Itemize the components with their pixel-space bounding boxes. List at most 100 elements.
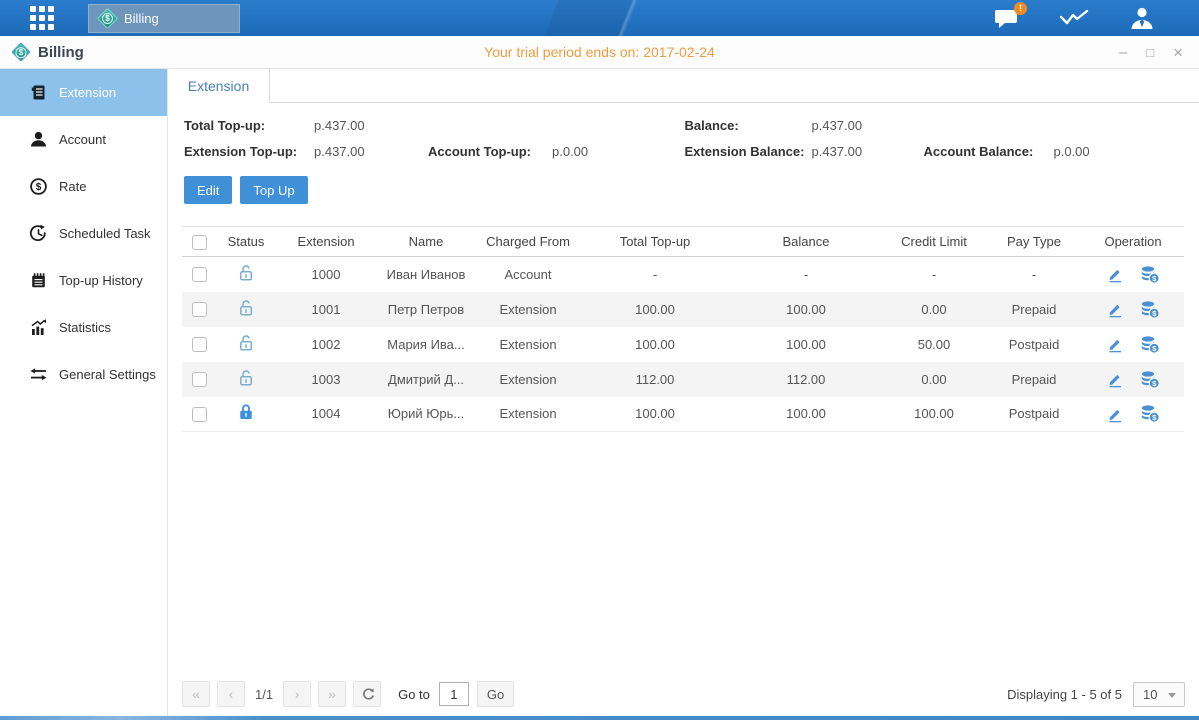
col-credit-limit: Credit Limit bbox=[882, 227, 986, 257]
sidebar-item-label: Statistics bbox=[59, 320, 111, 335]
account-balance-label: Account Balance: bbox=[924, 144, 1054, 159]
table-row: 1001 Петр Петров Extension 100.00 100.00… bbox=[182, 292, 1184, 327]
extension-topup-value: p.437.00 bbox=[314, 144, 428, 159]
row-checkbox[interactable] bbox=[192, 337, 207, 352]
refresh-button[interactable] bbox=[353, 681, 381, 707]
goto-page-input[interactable] bbox=[439, 682, 469, 706]
sidebar: Extension Account $ Rate bbox=[0, 69, 168, 716]
page-size-value: 10 bbox=[1143, 687, 1157, 702]
extension-balance-label: Extension Balance: bbox=[685, 144, 812, 159]
cell-charged-from: Extension bbox=[476, 397, 580, 432]
dollar-circle-icon: $ bbox=[29, 177, 48, 196]
sidebar-item-label: Extension bbox=[59, 85, 116, 100]
balance-value: p.437.00 bbox=[812, 118, 924, 133]
table-row: 1003 Дмитрий Д... Extension 112.00 112.0… bbox=[182, 362, 1184, 397]
table-row: 1002 Мария Ива... Extension 100.00 100.0… bbox=[182, 327, 1184, 362]
next-page-button[interactable]: › bbox=[283, 681, 311, 707]
edit-pencil-icon[interactable] bbox=[1106, 265, 1124, 283]
topbar-right-icons: ! bbox=[994, 7, 1155, 30]
sidebar-item-account[interactable]: Account bbox=[0, 116, 167, 163]
sidebar-item-label: Top-up History bbox=[59, 273, 143, 288]
row-checkbox[interactable] bbox=[192, 372, 207, 387]
cell-balance: - bbox=[730, 257, 882, 292]
tab-extension[interactable]: Extension bbox=[168, 69, 270, 103]
bar-chart-icon bbox=[29, 318, 48, 337]
top-up-button[interactable]: Top Up bbox=[240, 176, 307, 204]
extension-balance-value: p.437.00 bbox=[812, 144, 924, 159]
go-button[interactable]: Go bbox=[477, 681, 514, 707]
cell-credit-limit: - bbox=[882, 257, 986, 292]
tab-strip: Extension bbox=[168, 69, 1199, 103]
cell-pay-type: - bbox=[986, 257, 1082, 292]
window-title: Billing bbox=[38, 44, 84, 61]
col-balance: Balance bbox=[730, 227, 882, 257]
table-row: 1000 Иван Иванов Account - - - - $ bbox=[182, 257, 1184, 292]
cell-name: Дмитрий Д... bbox=[376, 362, 476, 397]
cell-credit-limit: 0.00 bbox=[882, 292, 986, 327]
top-bar: $ Billing ! bbox=[0, 0, 1199, 36]
close-icon[interactable]: × bbox=[1173, 44, 1183, 61]
messages-icon[interactable]: ! bbox=[994, 8, 1019, 29]
col-total-topup: Total Top-up bbox=[580, 227, 730, 257]
user-account-icon[interactable] bbox=[1129, 7, 1155, 30]
table-row: 1004 Юрий Юрь... Extension 100.00 100.00… bbox=[182, 397, 1184, 432]
balance-label: Balance: bbox=[685, 118, 812, 133]
first-page-button[interactable]: « bbox=[182, 681, 210, 707]
resource-monitor-icon[interactable] bbox=[1059, 8, 1089, 28]
unlocked-status-icon bbox=[236, 333, 256, 353]
top-up-coins-icon[interactable]: $ bbox=[1140, 300, 1160, 319]
cell-balance: 100.00 bbox=[730, 292, 882, 327]
page-indicator: 1/1 bbox=[255, 687, 273, 702]
row-checkbox[interactable] bbox=[192, 407, 207, 422]
edit-pencil-icon[interactable] bbox=[1106, 335, 1124, 353]
col-status: Status bbox=[216, 227, 276, 257]
billing-app-tab[interactable]: $ Billing bbox=[88, 4, 240, 33]
chevron-down-icon bbox=[1168, 693, 1176, 698]
top-up-coins-icon[interactable]: $ bbox=[1140, 370, 1160, 389]
col-name: Name bbox=[376, 227, 476, 257]
svg-text:$: $ bbox=[36, 182, 42, 193]
minimize-icon[interactable]: – bbox=[1119, 45, 1127, 60]
prev-page-button[interactable]: ‹ bbox=[217, 681, 245, 707]
maximize-icon[interactable]: □ bbox=[1146, 46, 1154, 59]
cell-name: Мария Ива... bbox=[376, 327, 476, 362]
sidebar-item-label: Scheduled Task bbox=[59, 226, 151, 241]
sidebar-item-general-settings[interactable]: General Settings bbox=[0, 351, 167, 398]
sidebar-item-rate[interactable]: $ Rate bbox=[0, 163, 167, 210]
window-title-bar: $ Billing Your trial period ends on: 201… bbox=[0, 36, 1199, 69]
cell-pay-type: Postpaid bbox=[986, 327, 1082, 362]
sidebar-item-topup-history[interactable]: Top-up History bbox=[0, 257, 167, 304]
row-checkbox[interactable] bbox=[192, 267, 207, 282]
person-icon bbox=[29, 130, 48, 149]
notification-badge: ! bbox=[1014, 2, 1027, 15]
app-launcher-grid-icon[interactable] bbox=[30, 6, 54, 30]
cell-total-topup: 100.00 bbox=[580, 327, 730, 362]
last-page-button[interactable]: » bbox=[318, 681, 346, 707]
edit-pencil-icon[interactable] bbox=[1106, 405, 1124, 423]
sidebar-item-label: Rate bbox=[59, 179, 86, 194]
cell-total-topup: 112.00 bbox=[580, 362, 730, 397]
col-extension: Extension bbox=[276, 227, 376, 257]
ledger-icon bbox=[29, 83, 48, 102]
top-up-coins-icon[interactable]: $ bbox=[1140, 265, 1160, 284]
sidebar-item-extension[interactable]: Extension bbox=[0, 69, 167, 116]
select-all-checkbox[interactable] bbox=[192, 235, 207, 250]
stats-left: Total Top-up: p.437.00 Extension Top-up:… bbox=[184, 118, 685, 159]
account-topup-value: p.0.00 bbox=[552, 144, 685, 159]
edit-pencil-icon[interactable] bbox=[1106, 370, 1124, 388]
edit-button[interactable]: Edit bbox=[184, 176, 232, 204]
unlocked-status-icon bbox=[236, 298, 256, 318]
col-pay-type: Pay Type bbox=[986, 227, 1082, 257]
cell-name: Юрий Юрь... bbox=[376, 397, 476, 432]
sidebar-item-statistics[interactable]: Statistics bbox=[0, 304, 167, 351]
sidebar-item-scheduled-task[interactable]: Scheduled Task bbox=[0, 210, 167, 257]
top-up-coins-icon[interactable]: $ bbox=[1140, 335, 1160, 354]
row-checkbox[interactable] bbox=[192, 302, 207, 317]
top-up-coins-icon[interactable]: $ bbox=[1140, 404, 1160, 423]
edit-pencil-icon[interactable] bbox=[1106, 300, 1124, 318]
cell-credit-limit: 50.00 bbox=[882, 327, 986, 362]
cell-credit-limit: 0.00 bbox=[882, 362, 986, 397]
page-size-dropdown[interactable]: 10 bbox=[1133, 682, 1185, 707]
stats-right: Balance: p.437.00 Extension Balance: p.4… bbox=[685, 118, 1186, 159]
trial-notice: Your trial period ends on: 2017-02-24 bbox=[0, 44, 1199, 60]
